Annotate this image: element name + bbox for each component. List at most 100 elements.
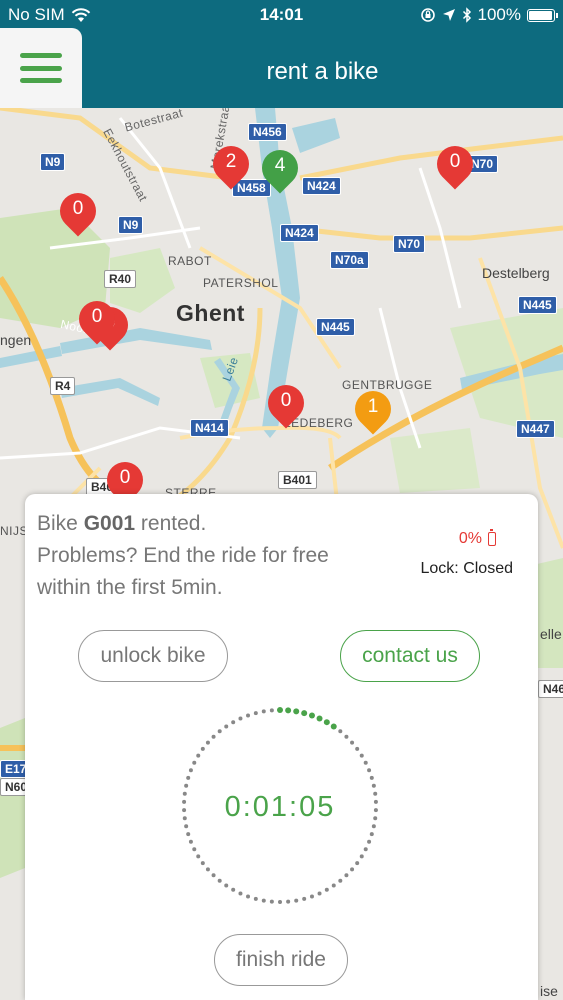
- timer-dot: [367, 839, 372, 844]
- timer-dot: [192, 760, 197, 765]
- timer-dot: [294, 898, 299, 903]
- timer-dot: [269, 899, 274, 904]
- timer-dot: [286, 899, 291, 904]
- road-shield: R4: [50, 377, 76, 395]
- timer-dot: [186, 775, 191, 780]
- hamburger-menu-icon: [20, 53, 62, 83]
- station-bike-count: 0: [72, 198, 84, 219]
- timer-dot: [253, 711, 258, 716]
- timer-progress-dot: [285, 707, 292, 714]
- timer-dot: [211, 734, 216, 739]
- menu-button[interactable]: [0, 28, 82, 108]
- timer-progress-dot: [301, 710, 308, 717]
- timer-dot: [324, 887, 329, 892]
- timer-dot: [238, 891, 243, 896]
- timer-dot: [217, 878, 222, 883]
- map-label-city: Ghent: [176, 300, 245, 326]
- timer-dot: [359, 753, 364, 758]
- timer-dot: [261, 709, 266, 714]
- timer-progress-dot: [308, 712, 315, 719]
- road-shield: N9: [118, 216, 144, 234]
- timer-dot: [359, 854, 364, 859]
- timer-dot: [192, 847, 197, 852]
- timer-dot: [367, 768, 372, 773]
- timer-dot: [355, 746, 360, 751]
- timer-dot: [261, 898, 266, 903]
- timer-dot: [363, 760, 368, 765]
- timer-dot: [369, 775, 374, 780]
- station-marker[interactable]: 0: [260, 377, 312, 433]
- timer-dot: [205, 867, 210, 872]
- bike-battery-label: 0%: [458, 530, 482, 547]
- station-marker[interactable]: 0: [52, 185, 104, 241]
- timer-dot: [188, 768, 193, 773]
- timer-progress-dot: [277, 707, 283, 713]
- station-marker[interactable]: 4: [254, 142, 306, 198]
- timer-dot: [331, 883, 336, 888]
- hamburger-bar: [20, 78, 62, 83]
- timer-dot: [231, 887, 236, 892]
- station-marker[interactable]: 1: [347, 383, 399, 439]
- road-shield: N445: [518, 296, 557, 314]
- timer-dot: [253, 896, 258, 901]
- station-bike-count: 0: [119, 467, 131, 488]
- timer-dot: [217, 729, 222, 734]
- finish-ride-button[interactable]: finish ride: [214, 934, 348, 986]
- timer-dot: [369, 832, 374, 837]
- app-header: No SIM 14:01 100% rent a bike: [0, 0, 563, 108]
- timer-dot: [200, 861, 205, 866]
- unlock-bike-button[interactable]: unlock bike: [78, 630, 228, 682]
- station-bike-count: 0: [449, 151, 461, 172]
- road-shield: N9: [40, 153, 66, 171]
- battery-percentage: 100%: [477, 5, 521, 24]
- ride-timer: 0:01:05: [224, 791, 336, 823]
- status-right: 100%: [420, 5, 558, 25]
- bluetooth-icon: [462, 7, 471, 23]
- timer-dot: [184, 783, 189, 788]
- road-shield: N70a: [330, 251, 369, 269]
- timer-progress-dot: [293, 708, 300, 715]
- timer-dot: [350, 867, 355, 872]
- map-label: GENTBRUGGE: [342, 378, 433, 392]
- timer-dot: [302, 896, 307, 901]
- timer-dot: [238, 716, 243, 721]
- timer-dot: [184, 824, 189, 829]
- station-marker[interactable]: 0: [71, 293, 123, 349]
- timer-dot: [196, 854, 201, 859]
- timer-dot: [371, 824, 376, 829]
- timer-dot: [344, 873, 349, 878]
- ride-message: Bike G001 rented. Problems? End the ride …: [37, 508, 387, 604]
- station-marker[interactable]: 2: [205, 138, 257, 194]
- ride-message-rented: rented.: [135, 512, 207, 535]
- page-title: rent a bike: [266, 58, 379, 85]
- map-label: RABOT: [168, 254, 212, 268]
- road-shield: N447: [516, 420, 555, 438]
- road-shield: N456: [248, 123, 287, 141]
- bike-battery-status: 0%: [458, 529, 496, 548]
- timer-dot: [338, 729, 343, 734]
- road-shield: N445: [316, 318, 355, 336]
- road-shield: N424: [280, 224, 319, 242]
- ride-message-help: Problems? End the ride for free within t…: [37, 544, 329, 599]
- timer-dot: [363, 847, 368, 852]
- road-shield: B401: [278, 471, 317, 489]
- timer-progress-dot: [323, 719, 330, 726]
- map-label: elle: [540, 626, 562, 642]
- station-bike-count: 4: [274, 155, 286, 176]
- timer-dot: [317, 891, 322, 896]
- map-label: ise: [540, 983, 558, 999]
- timer-dot: [211, 873, 216, 878]
- map-label: NIJS: [0, 524, 29, 538]
- contact-us-button[interactable]: contact us: [340, 630, 480, 682]
- station-bike-count: 0: [91, 306, 103, 327]
- timer-dot: [231, 720, 236, 725]
- battery-icon: [527, 8, 558, 22]
- timer-progress-dot: [316, 715, 323, 722]
- station-marker[interactable]: 0: [429, 138, 481, 194]
- bike-id: G001: [83, 512, 136, 535]
- timer-dot: [269, 708, 274, 713]
- timer-dot: [196, 753, 201, 758]
- station-bike-count: 1: [367, 396, 379, 417]
- timer-dot: [278, 900, 282, 904]
- timer-dot: [246, 713, 251, 718]
